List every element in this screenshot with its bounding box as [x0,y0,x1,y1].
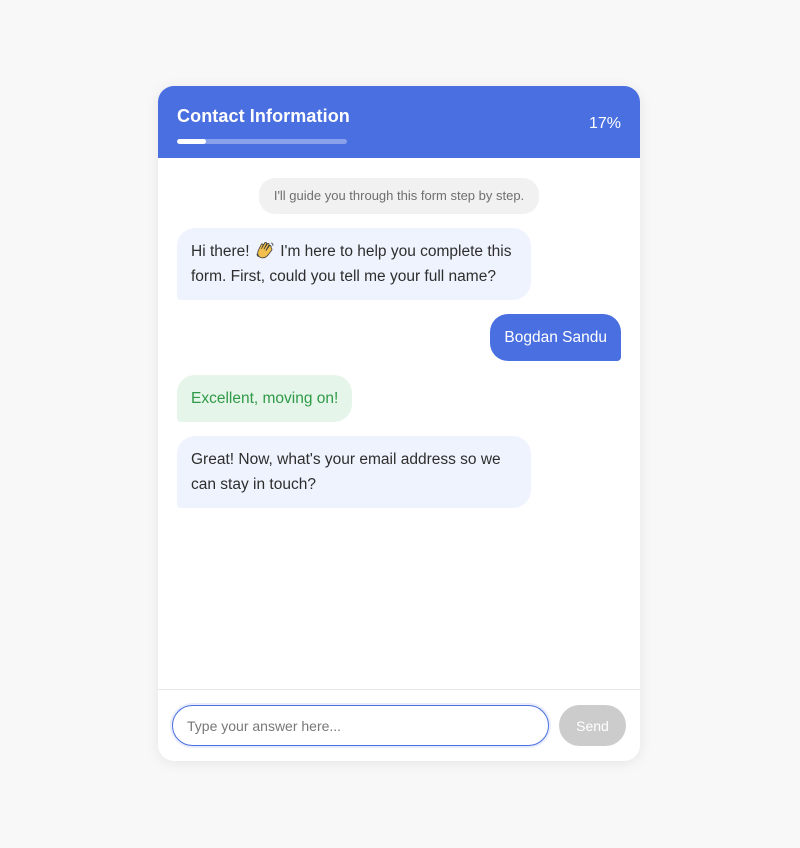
chat-form-card: Contact Information 17% I'll guide you t… [158,86,640,761]
progress-bar-fill [177,139,206,144]
progress-bar [177,139,347,144]
progress-percent: 17% [588,115,621,132]
answer-input[interactable] [172,705,549,746]
bot-message-greeting: Hi there! I'm here to help you complete … [177,228,531,300]
form-title: Contact Information [177,106,350,126]
bot-message-email-question: Great! Now, what's your email address so… [177,436,531,508]
user-message-row: Bogdan Sandu [177,314,621,361]
form-header: Contact Information 17% [158,86,640,158]
send-button[interactable]: Send [559,705,626,746]
waving-hand-icon [256,241,274,259]
success-message-row: Excellent, moving on! [177,375,621,422]
bot-message-row: Hi there! I'm here to help you complete … [177,228,621,300]
bot-message-row: Great! Now, what's your email address so… [177,436,621,508]
success-message: Excellent, moving on! [177,375,353,422]
message-list: I'll guide you through this form step by… [158,158,640,689]
composer: Send [158,689,640,761]
system-note: I'll guide you through this form step by… [258,178,540,214]
bot-greeting-text-start: Hi there! [191,243,254,260]
user-message-name: Bogdan Sandu [490,314,621,361]
